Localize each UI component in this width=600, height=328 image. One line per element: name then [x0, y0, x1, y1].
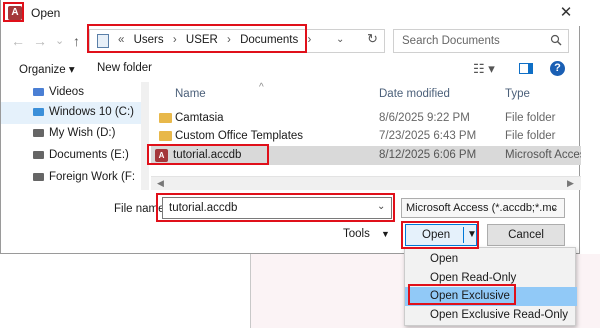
background-pane: [0, 254, 251, 328]
file-name: Custom Office Templates: [175, 130, 304, 142]
split-divider: [463, 227, 464, 243]
nav-item-label: Foreign Work (F:: [49, 171, 136, 183]
file-type: File folder: [505, 112, 556, 124]
file-name-label: File name:: [114, 203, 168, 215]
breadcrumb: « Users › USER › Documents ›: [118, 34, 317, 46]
nav-item-foreign-work-f[interactable]: Foreign Work (F:: [1, 167, 149, 189]
menu-item-open[interactable]: Open: [405, 250, 577, 269]
drive-icon: [33, 129, 44, 137]
folder-icon: [159, 131, 172, 141]
file-date: 7/23/2025 6:43 PM: [379, 130, 477, 142]
navigation-row: ← → ⌄ ↑ « Users › USER › Documents › ⌄ ↻…: [1, 28, 581, 54]
menu-item-label: Open Exclusive: [430, 290, 510, 302]
command-bar: Organize ▾ New folder ☷ ▾ ?: [1, 58, 581, 82]
title-bar: A Open ✕: [1, 0, 581, 26]
nav-item-label: Windows 10 (C:): [49, 106, 134, 118]
up-arrow-icon[interactable]: ↑: [73, 32, 80, 50]
nav-item-windows-c[interactable]: Windows 10 (C:): [1, 102, 149, 124]
file-name-field[interactable]: tutorial.accdb ⌄: [162, 197, 392, 219]
nav-item-my-wish-d[interactable]: My Wish (D:): [1, 123, 149, 145]
nav-item-label: Videos: [49, 86, 84, 98]
file-date: 8/6/2025 9:22 PM: [379, 112, 470, 124]
access-logo-icon: A: [8, 6, 22, 20]
location-icon: [97, 34, 109, 48]
change-view-icon[interactable]: ☷ ▾: [473, 61, 495, 77]
column-header-date[interactable]: Date modified: [379, 88, 450, 100]
nav-item-videos[interactable]: Videos: [1, 82, 149, 104]
file-type: Microsoft Acces: [505, 149, 581, 161]
open-options-dropdown-icon[interactable]: ▼: [467, 229, 477, 240]
help-icon[interactable]: ?: [550, 61, 565, 76]
close-icon[interactable]: ✕: [553, 3, 579, 23]
breadcrumb-user[interactable]: USER: [186, 34, 218, 46]
file-row[interactable]: Custom Office Templates 7/23/2025 6:43 P…: [151, 127, 581, 146]
drive-icon: [33, 173, 44, 181]
scroll-right-icon[interactable]: ▶: [567, 178, 574, 189]
cancel-button[interactable]: Cancel: [487, 224, 565, 246]
column-header-type[interactable]: Type: [505, 88, 530, 100]
drive-icon: [33, 151, 44, 159]
address-dropdown-icon[interactable]: ⌄: [336, 34, 344, 45]
file-row[interactable]: A tutorial.accdb 8/12/2025 6:06 PM Micro…: [151, 146, 581, 165]
breadcrumb-separator[interactable]: ›: [307, 34, 311, 46]
sort-ascending-icon: ^: [259, 82, 264, 93]
nav-item-label: My Wish (D:): [49, 127, 116, 139]
menu-item-label: Open Read-Only: [430, 272, 517, 284]
access-file-icon: A: [155, 149, 168, 162]
breadcrumb-users[interactable]: Users: [134, 34, 164, 46]
file-type-value: Microsoft Access (*.accdb;*.mc: [406, 202, 557, 214]
drive-icon: [33, 108, 44, 116]
file-type: File folder: [505, 130, 556, 142]
search-input[interactable]: Search Documents: [393, 29, 569, 53]
nav-item-documents-e[interactable]: Documents (E:): [1, 145, 149, 167]
menu-item-open-exclusive-read-only[interactable]: Open Exclusive Read-Only: [405, 306, 577, 325]
nav-item-label: Documents (E:): [49, 149, 129, 161]
videos-icon: [33, 88, 44, 96]
folder-icon: [159, 113, 172, 123]
tools-menu[interactable]: Tools: [343, 228, 370, 240]
address-bar[interactable]: « Users › USER › Documents › ⌄: [89, 29, 385, 53]
scroll-left-icon[interactable]: ◀: [157, 178, 164, 189]
navigation-pane: Videos Windows 10 (C:) My Wish (D:) Docu…: [1, 82, 149, 190]
file-date: 8/12/2025 6:06 PM: [379, 149, 477, 161]
breadcrumb-separator[interactable]: ›: [173, 34, 177, 46]
open-button-label[interactable]: Open: [422, 229, 450, 241]
file-type-select[interactable]: Microsoft Access (*.accdb;*.mc ⌄: [401, 198, 565, 218]
file-name-value: tutorial.accdb: [169, 202, 238, 214]
navigation-scrollbar[interactable]: [141, 82, 149, 190]
breadcrumb-separator[interactable]: ›: [227, 34, 231, 46]
menu-item-open-read-only[interactable]: Open Read-Only: [405, 269, 577, 288]
refresh-icon[interactable]: ↻: [367, 31, 378, 47]
horizontal-scrollbar[interactable]: ◀ ▶: [151, 176, 581, 190]
file-name: tutorial.accdb: [173, 149, 242, 161]
dialog-title: Open: [31, 6, 61, 20]
organize-menu[interactable]: Organize ▾: [19, 62, 75, 76]
open-split-button[interactable]: Open ▼: [405, 224, 477, 246]
menu-item-label: Open: [430, 253, 459, 265]
search-placeholder: Search Documents: [402, 35, 500, 47]
file-list: Name ^ Date modified Type Camtasia 8/6/2…: [151, 82, 581, 174]
menu-item-label: Open Exclusive Read-Only: [430, 309, 569, 321]
tools-dropdown-icon[interactable]: ▼: [381, 229, 390, 239]
breadcrumb-overflow[interactable]: «: [118, 34, 124, 46]
preview-pane-icon[interactable]: [519, 63, 533, 74]
open-options-menu: Open Open Read-Only Open Exclusive Open …: [404, 247, 577, 326]
file-name: Camtasia: [175, 112, 224, 124]
breadcrumb-documents[interactable]: Documents: [240, 34, 298, 46]
column-header-name[interactable]: Name: [175, 88, 206, 100]
menu-item-open-exclusive[interactable]: Open Exclusive: [405, 287, 577, 306]
forward-arrow-icon[interactable]: →: [33, 32, 47, 50]
back-arrow-icon[interactable]: ←: [11, 32, 25, 50]
search-icon: [550, 34, 562, 46]
chevron-down-icon[interactable]: ⌄: [377, 201, 385, 212]
recent-locations-icon[interactable]: ⌄: [55, 32, 64, 50]
chevron-down-icon[interactable]: ⌄: [550, 202, 558, 213]
new-folder-button[interactable]: New folder: [97, 62, 152, 74]
file-row[interactable]: Camtasia 8/6/2025 9:22 PM File folder: [151, 109, 581, 128]
open-dialog: A Open ✕ ← → ⌄ ↑ « Users › USER › Docume…: [0, 0, 581, 254]
